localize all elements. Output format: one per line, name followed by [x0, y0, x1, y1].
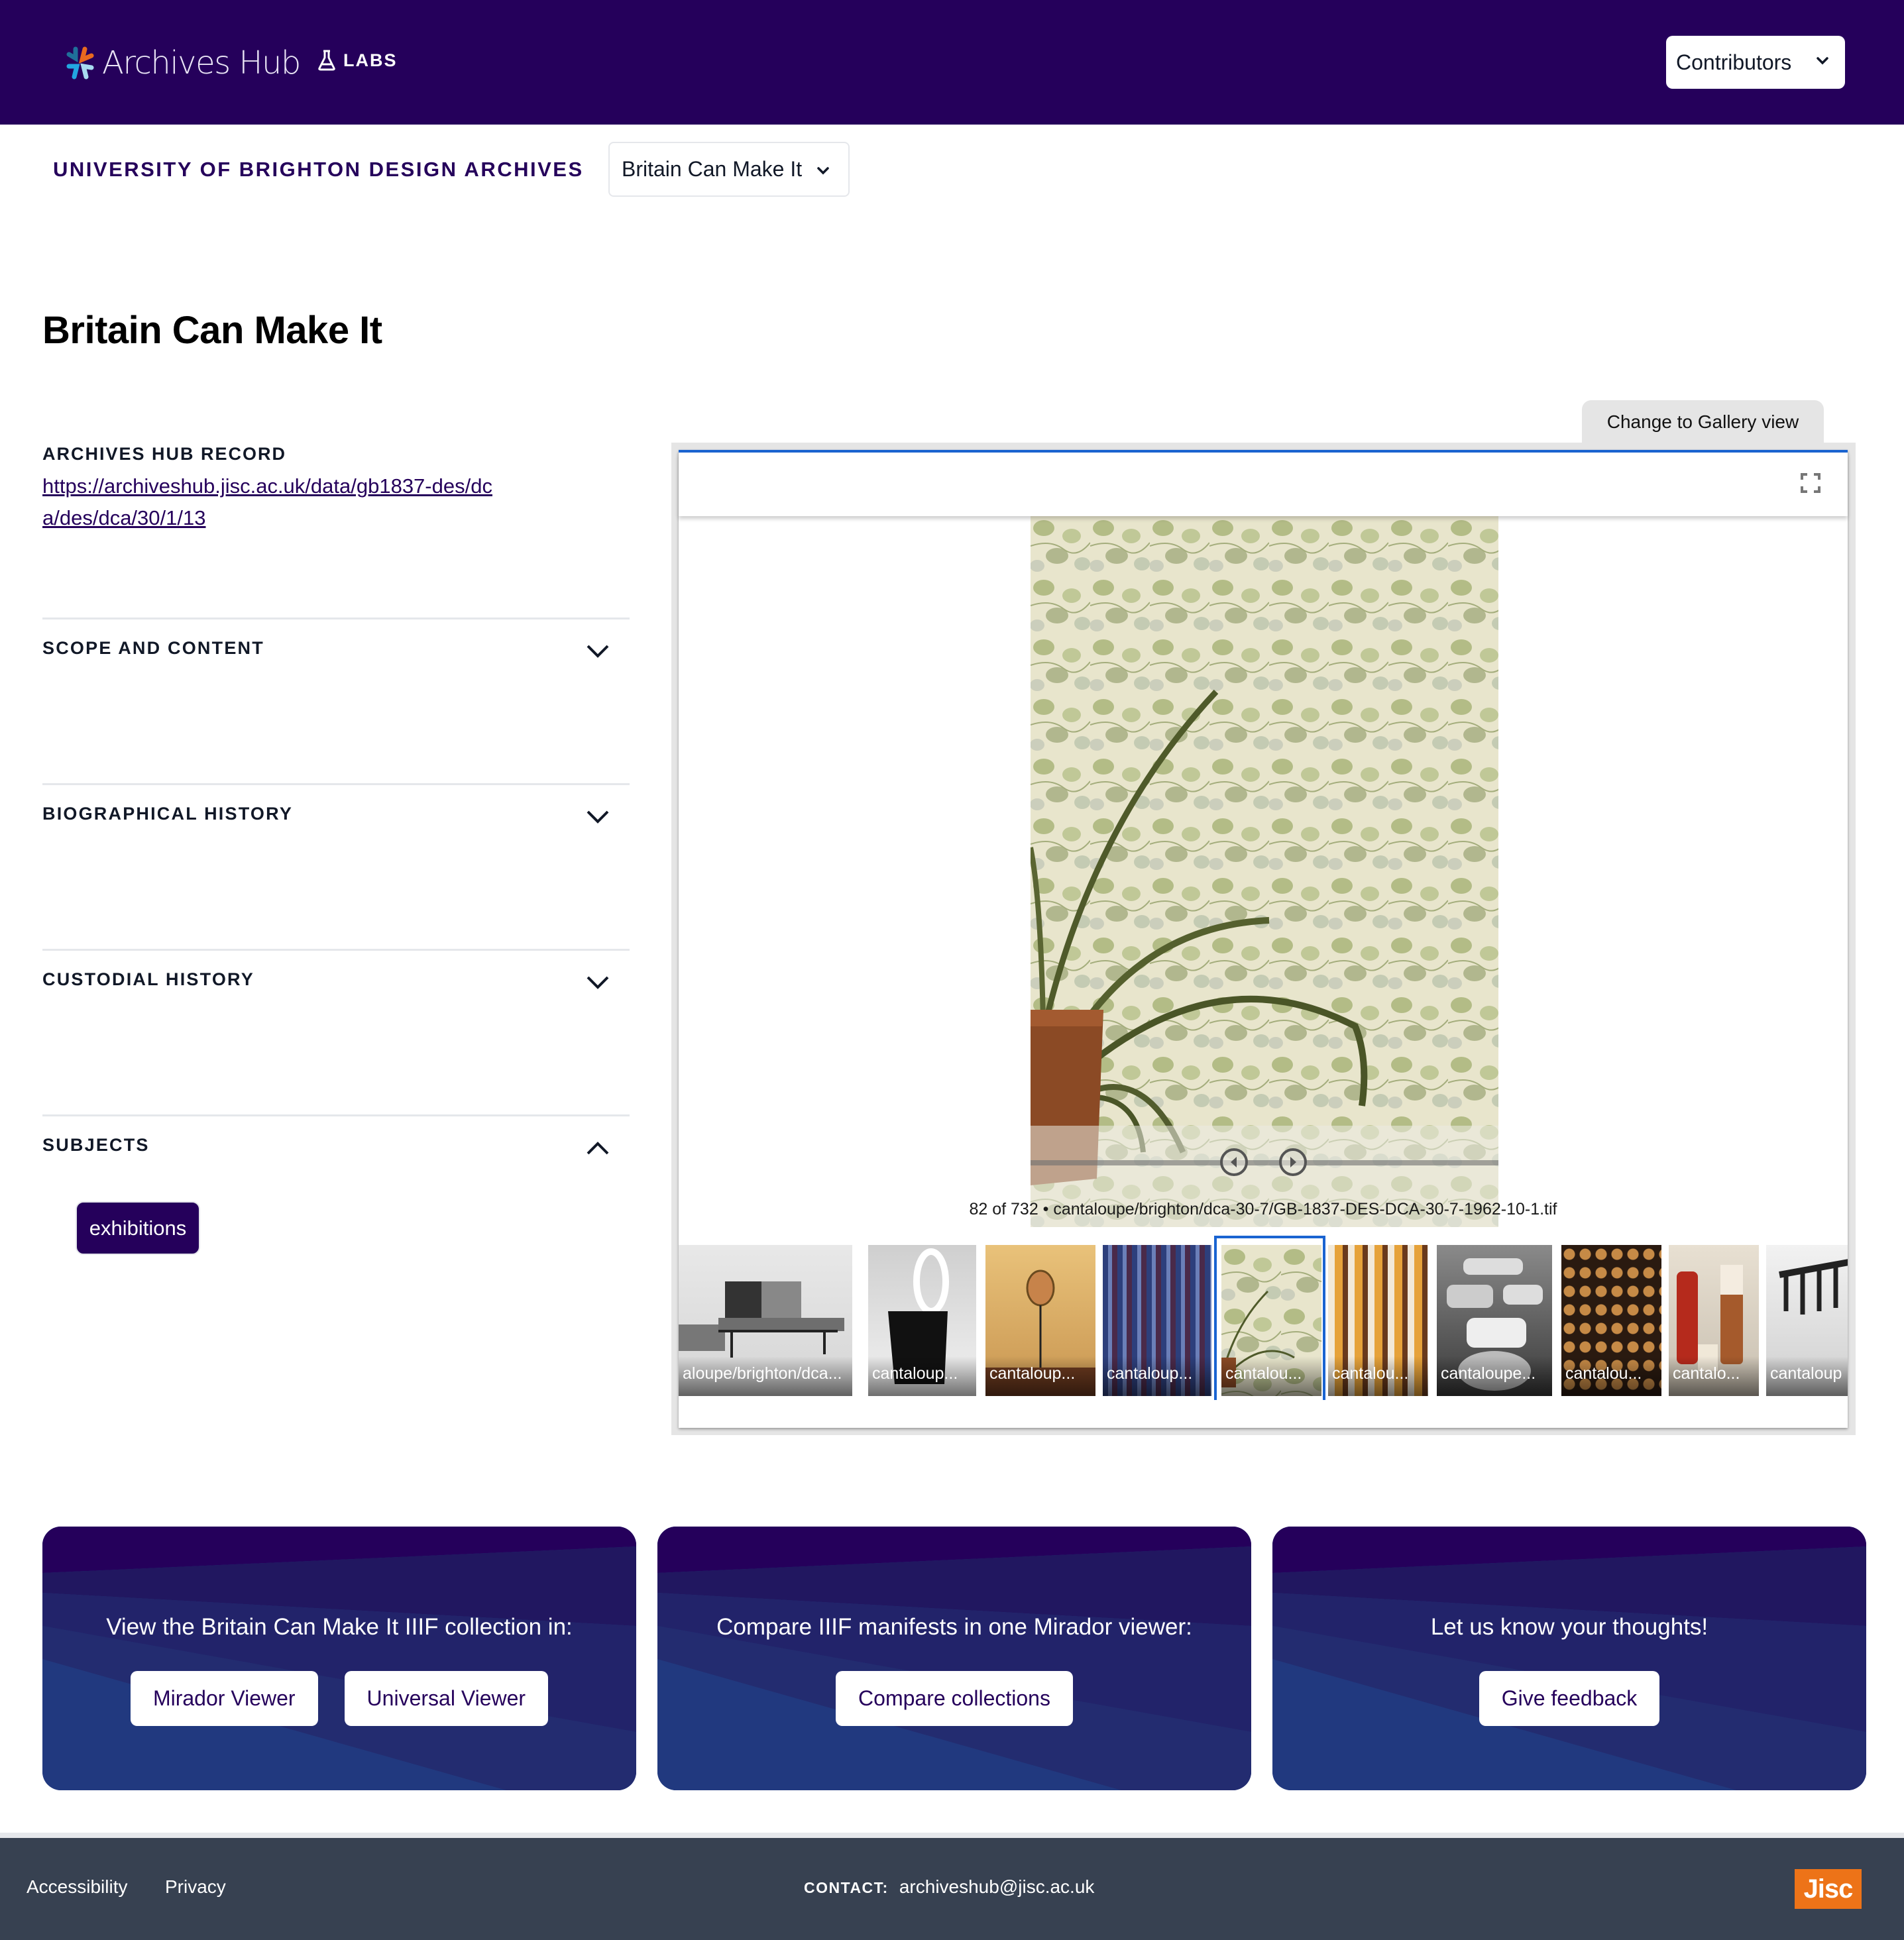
thumbnail[interactable]: cantaloup...	[868, 1245, 976, 1396]
next-image-button[interactable]	[1279, 1148, 1307, 1176]
wallpaper-image	[1031, 516, 1498, 1227]
page-title: Britain Can Make It	[42, 309, 382, 352]
thumbnail-label: cantaloupe...	[1437, 1356, 1552, 1396]
thumbnail[interactable]: cantalou...	[1561, 1245, 1661, 1396]
site-footer: Accessibility Privacy CONTACT: archivesh…	[0, 1838, 1904, 1940]
promo-card-compare: Compare IIIF manifests in one Mirador vi…	[657, 1527, 1251, 1790]
thumbnail[interactable]: cantaloup...	[985, 1245, 1095, 1396]
promo-text: View the Britain Can Make It IIIF collec…	[106, 1614, 573, 1640]
promo-text: Let us know your thoughts!	[1430, 1614, 1708, 1640]
contact-label: CONTACT:	[804, 1879, 889, 1896]
triangle-right-icon	[1290, 1157, 1296, 1167]
collection-select-value: Britain Can Make It	[622, 157, 803, 181]
thumbnail-label: cantalou...	[1221, 1356, 1321, 1396]
accordion-title[interactable]: CUSTODIAL HISTORY	[42, 969, 254, 990]
chevron-down-icon[interactable]	[586, 809, 610, 825]
footer-contact: CONTACT: archiveshub@jisc.ac.uk	[804, 1876, 1094, 1898]
promo-background-pattern	[657, 1527, 1251, 1790]
footer-link-accessibility[interactable]: Accessibility	[27, 1876, 127, 1898]
labs-label: LABS	[343, 50, 398, 70]
thumbnail[interactable]: cantalou...	[1328, 1245, 1428, 1396]
thumbnail[interactable]: cantaloupe...	[1437, 1245, 1552, 1396]
chevron-up-icon[interactable]	[586, 1140, 610, 1156]
brand-name: Archives Hub	[102, 44, 301, 81]
thumbnail-label: cantaloup	[1766, 1356, 1848, 1396]
flask-icon	[318, 50, 335, 71]
chevron-down-icon[interactable]	[586, 975, 610, 991]
organisation-name[interactable]: UNIVERSITY OF BRIGHTON DESIGN ARCHIVES	[53, 158, 584, 182]
footer-link-privacy[interactable]: Privacy	[165, 1876, 226, 1898]
archives-hub-logo-icon	[64, 46, 97, 80]
thumbnail[interactable]: cantalo...	[1669, 1245, 1759, 1396]
archives-hub-record-label: ARCHIVES HUB RECORD	[42, 444, 287, 464]
archives-hub-logo[interactable]: Archives Hub	[64, 40, 301, 86]
accordion-biographical-history: BIOGRAPHICAL HISTORY	[42, 783, 630, 949]
mirador-viewer-button[interactable]: Mirador Viewer	[130, 1671, 318, 1726]
triangle-left-icon	[1231, 1157, 1237, 1167]
thumbnail-label: cantaloup...	[868, 1356, 976, 1396]
image-viewer: 82 of 732 • cantaloupe/brighton/dca-30-7…	[679, 450, 1848, 1428]
jisc-logo[interactable]: Jisc	[1795, 1869, 1862, 1909]
image-caption: 82 of 732 • cantaloupe/brighton/dca-30-7…	[969, 1200, 1557, 1218]
thumbnail-label: cantaloup...	[985, 1356, 1095, 1396]
main-image-leaf-wallpaper[interactable]	[1031, 516, 1498, 1227]
promo-card-feedback: Let us know your thoughts! Give feedback	[1272, 1527, 1866, 1790]
archives-hub-record-link[interactable]: https://archiveshub.jisc.ac.uk/data/gb18…	[42, 470, 506, 534]
compare-collections-button[interactable]: Compare collections	[836, 1671, 1073, 1726]
accordion-title[interactable]: SCOPE AND CONTENT	[42, 638, 264, 659]
promo-card-iiif-viewers: View the Britain Can Make It IIIF collec…	[42, 1527, 636, 1790]
subject-tag[interactable]: exhibitions	[76, 1201, 200, 1255]
thumbnail[interactable]: aloupe/brighton/dca...	[679, 1245, 852, 1396]
thumbnail-strip[interactable]: aloupe/brighton/dca... cantaloup... cant…	[679, 1234, 1848, 1400]
chevron-down-icon	[1817, 57, 1828, 65]
thumbnail-label: cantaloup...	[1103, 1356, 1211, 1396]
labs-badge[interactable]: LABS	[317, 49, 398, 72]
thumbnail-label: cantalo...	[1669, 1356, 1759, 1396]
thumbnail-selected[interactable]: cantalou...	[1221, 1245, 1321, 1396]
thumbnail-label: cantalou...	[1328, 1356, 1428, 1396]
thumbnail[interactable]: cantaloup	[1766, 1245, 1848, 1396]
promo-background-pattern	[1272, 1527, 1866, 1790]
footer-divider	[0, 1833, 1904, 1838]
contributors-label: Contributors	[1676, 50, 1792, 74]
accordion-custodial-history: CUSTODIAL HISTORY	[42, 949, 630, 1114]
chevron-down-icon	[817, 167, 829, 175]
collection-select[interactable]: Britain Can Make It	[608, 142, 850, 197]
previous-image-button[interactable]	[1220, 1148, 1248, 1176]
contributors-dropdown[interactable]: Contributors	[1666, 36, 1845, 89]
accordion-subjects: SUBJECTS	[42, 1114, 630, 1280]
accordion-title[interactable]: BIOGRAPHICAL HISTORY	[42, 804, 293, 824]
change-to-gallery-view-button[interactable]: Change to Gallery view	[1582, 400, 1824, 444]
contact-email-link[interactable]: archiveshub@jisc.ac.uk	[899, 1876, 1095, 1898]
viewer-scrub-track[interactable]	[1031, 1160, 1498, 1165]
universal-viewer-button[interactable]: Universal Viewer	[344, 1671, 549, 1726]
viewer-toolbar	[679, 453, 1848, 516]
accordion-scope-and-content: SCOPE AND CONTENT	[42, 618, 630, 783]
thumbnail-label: cantalou...	[1561, 1356, 1661, 1396]
thumbnail-label: aloupe/brighton/dca...	[679, 1356, 852, 1396]
thumbnail[interactable]: cantaloup...	[1103, 1245, 1211, 1396]
accordion-title[interactable]: SUBJECTS	[42, 1135, 150, 1156]
give-feedback-button[interactable]: Give feedback	[1479, 1671, 1660, 1726]
fullscreen-icon[interactable]	[1800, 472, 1821, 494]
promo-text: Compare IIIF manifests in one Mirador vi…	[716, 1614, 1192, 1640]
chevron-down-icon[interactable]	[586, 643, 610, 659]
site-header: Archives Hub LABS Contributors	[0, 0, 1904, 125]
promo-background-pattern	[42, 1527, 636, 1790]
